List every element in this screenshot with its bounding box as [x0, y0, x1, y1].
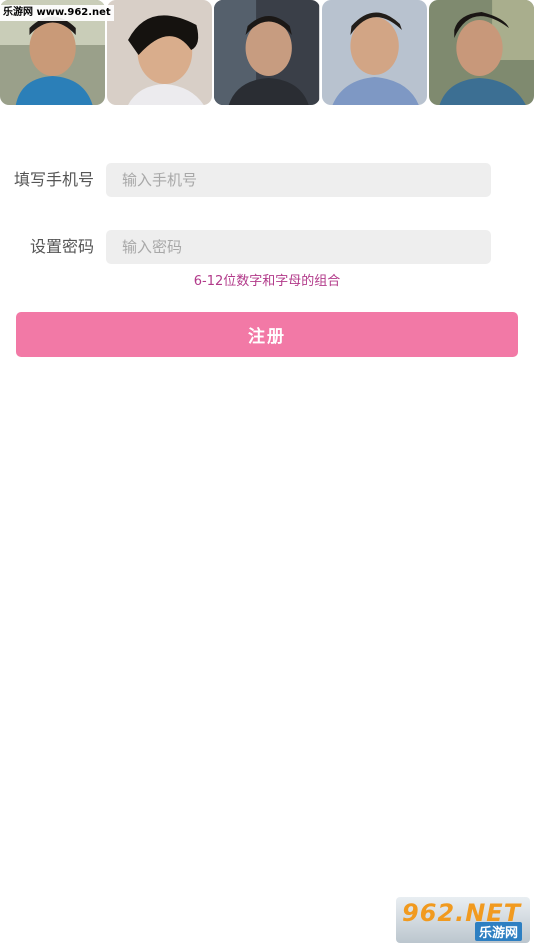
phone-input[interactable] [106, 163, 491, 197]
password-input[interactable] [106, 230, 491, 264]
watermark-text: 乐游网 www.962.net [0, 5, 114, 21]
watermark-logo-sub: 乐游网 [474, 922, 522, 941]
photo-4[interactable] [321, 0, 427, 105]
watermark-logo: 962.NET 乐游网 [396, 897, 530, 943]
photo-5[interactable] [428, 0, 534, 105]
password-row: 设置密码 [0, 230, 534, 264]
photo-2[interactable] [107, 0, 213, 105]
password-label: 设置密码 [29, 237, 94, 256]
phone-label: 填写手机号 [13, 170, 94, 189]
register-button[interactable]: 注册 [16, 312, 518, 357]
password-hint: 6-12位数字和字母的组合 [193, 274, 341, 289]
photo-3[interactable] [214, 0, 320, 105]
phone-row: 填写手机号 [0, 163, 534, 197]
